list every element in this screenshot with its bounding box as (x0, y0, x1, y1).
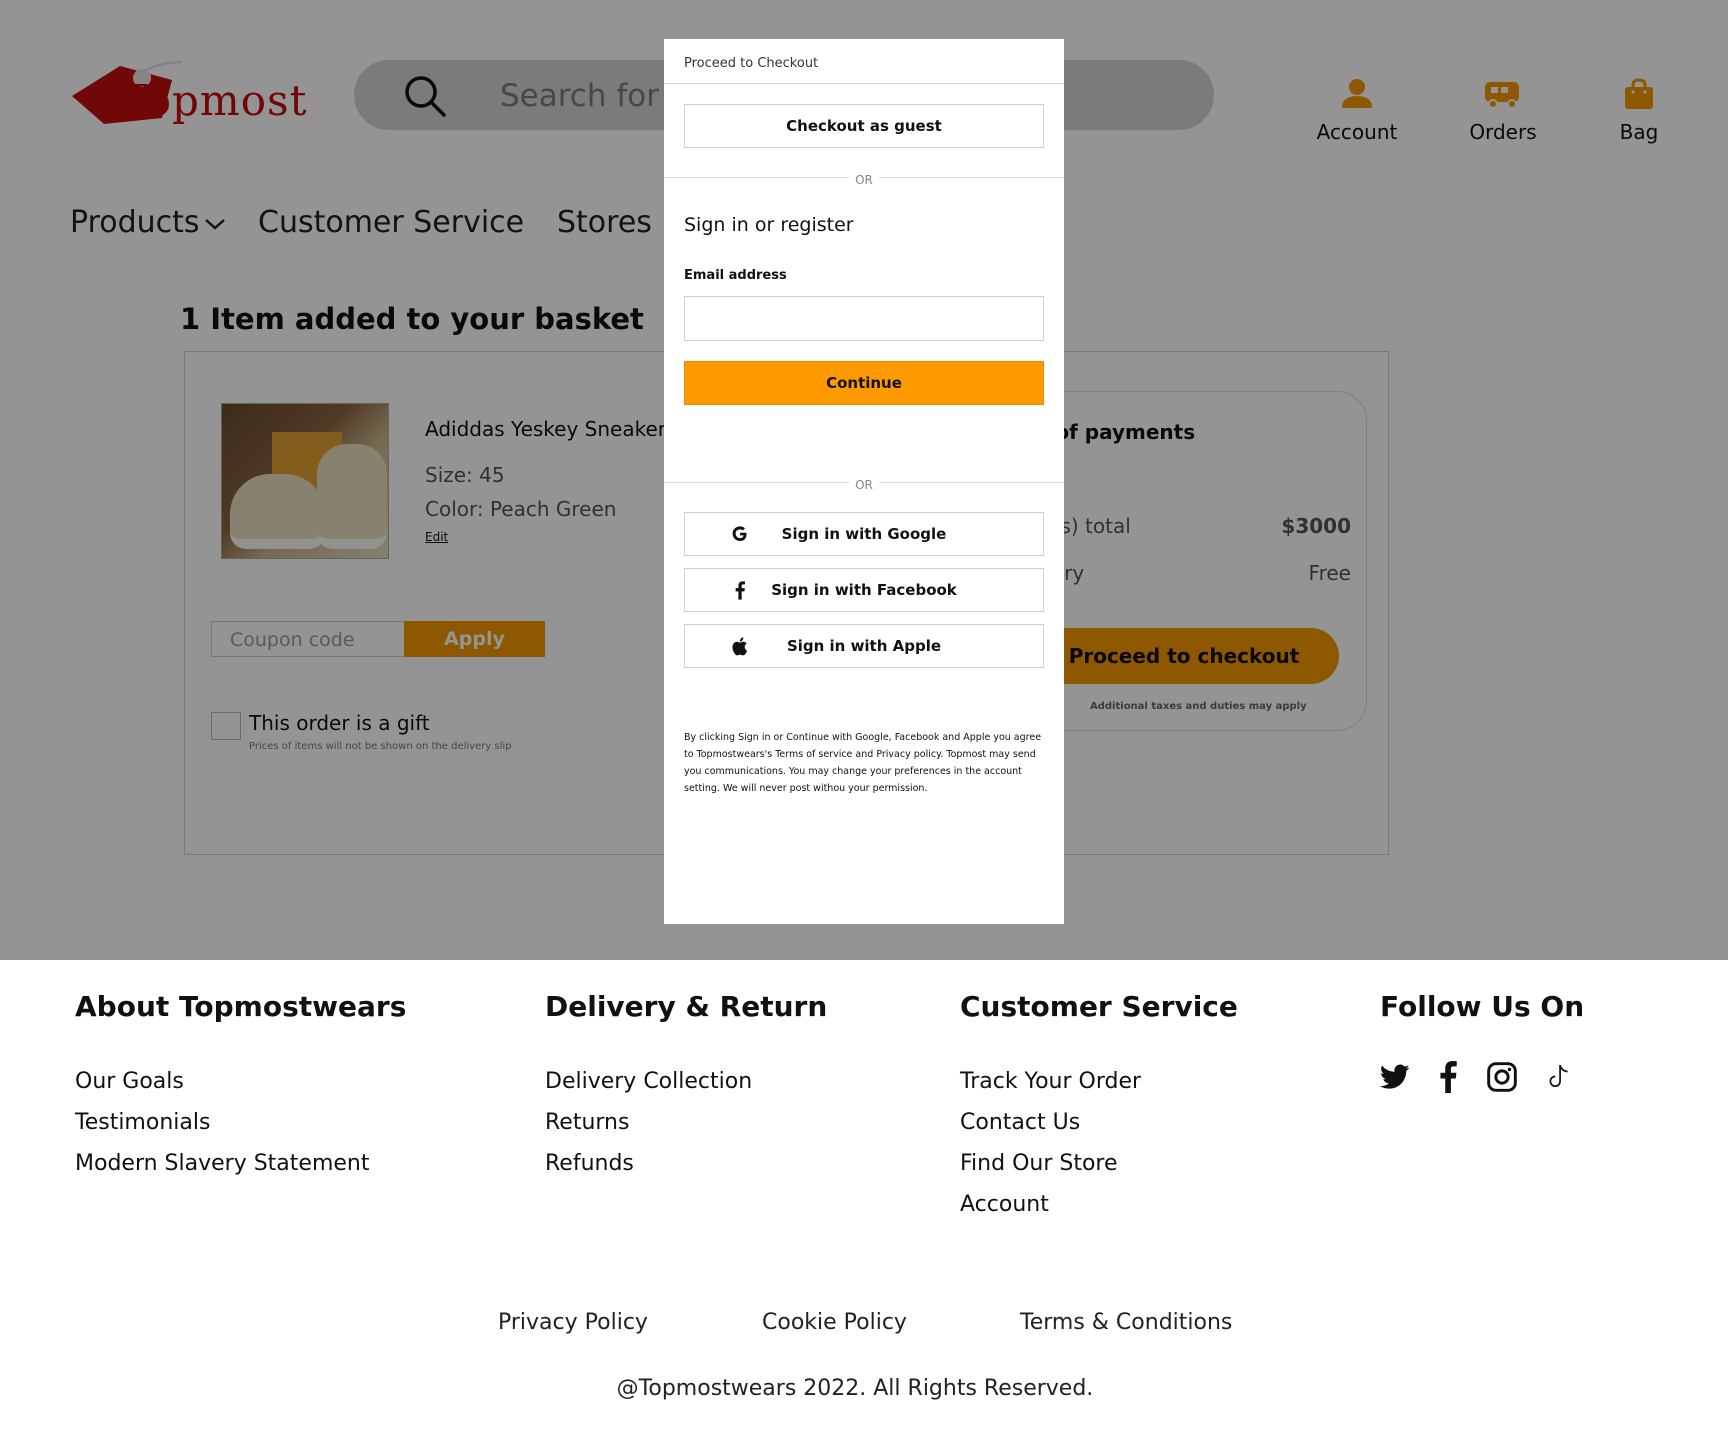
footer-link[interactable]: Our Goals (75, 1061, 406, 1102)
or-label: OR (849, 173, 879, 187)
apple-icon (732, 636, 748, 655)
sign-in-google-button[interactable]: Sign in with Google (684, 512, 1044, 556)
legal-disclaimer: By clicking Sign in or Continue with Goo… (684, 732, 1042, 794)
modal-title: Proceed to Checkout (684, 56, 819, 71)
terms-link[interactable]: Terms & Conditions (1020, 1310, 1232, 1335)
tiktok-icon[interactable] (1546, 1063, 1572, 1091)
or-divider: OR (664, 474, 1064, 493)
google-icon (732, 526, 747, 541)
facebook-icon (735, 580, 745, 600)
footer-link[interactable]: Returns (545, 1102, 827, 1143)
footer-link[interactable]: Testimonials (75, 1102, 406, 1143)
email-label: Email address (684, 268, 787, 283)
footer-link[interactable]: Modern Slavery Statement (75, 1143, 406, 1184)
cookie-policy-link[interactable]: Cookie Policy (762, 1310, 907, 1335)
footer-service: Customer Service Track Your Order Contac… (960, 990, 1238, 1225)
sign-in-apple-button[interactable]: Sign in with Apple (684, 624, 1044, 668)
social-icons (1380, 1061, 1584, 1093)
sign-in-facebook-button[interactable]: Sign in with Facebook (684, 568, 1044, 612)
footer-delivery-title: Delivery & Return (545, 990, 828, 1023)
email-field[interactable] (684, 296, 1044, 341)
instagram-icon[interactable] (1486, 1061, 1518, 1093)
footer-follow: Follow Us On (1380, 990, 1584, 1093)
footer-link[interactable]: Refunds (545, 1143, 827, 1184)
apple-label: Sign in with Apple (786, 637, 942, 655)
continue-button[interactable]: Continue (684, 361, 1044, 405)
footer-delivery: Delivery & Return Delivery Collection Re… (545, 990, 827, 1184)
twitter-icon[interactable] (1380, 1064, 1410, 1090)
facebook-label: Sign in with Facebook (771, 581, 957, 599)
footer-follow-title: Follow Us On (1380, 990, 1585, 1023)
footer-service-title: Customer Service (960, 990, 1238, 1023)
checkout-as-guest-button[interactable]: Checkout as guest (684, 104, 1044, 148)
facebook-icon[interactable] (1438, 1061, 1458, 1093)
footer-about-title: About Topmostwears (75, 990, 407, 1023)
privacy-policy-link[interactable]: Privacy Policy (498, 1310, 648, 1335)
footer-link[interactable]: Account (960, 1184, 1238, 1225)
or-divider: OR (664, 169, 1064, 188)
divider (664, 83, 1064, 84)
sign-in-title: Sign in or register (684, 214, 854, 236)
footer-link[interactable]: Find Our Store (960, 1143, 1238, 1184)
copyright: @Topmostwears 2022. All Rights Reserved. (616, 1376, 1094, 1401)
footer-link[interactable]: Delivery Collection (545, 1061, 827, 1102)
footer-about: About Topmostwears Our Goals Testimonial… (75, 990, 406, 1184)
or-label: OR (849, 478, 879, 492)
footer-link[interactable]: Contact Us (960, 1102, 1238, 1143)
checkout-modal: Proceed to Checkout Checkout as guest OR… (664, 39, 1064, 924)
footer-link[interactable]: Track Your Order (960, 1061, 1238, 1102)
footer: About Topmostwears Our Goals Testimonial… (0, 960, 1728, 1448)
google-label: Sign in with Google (781, 525, 947, 543)
